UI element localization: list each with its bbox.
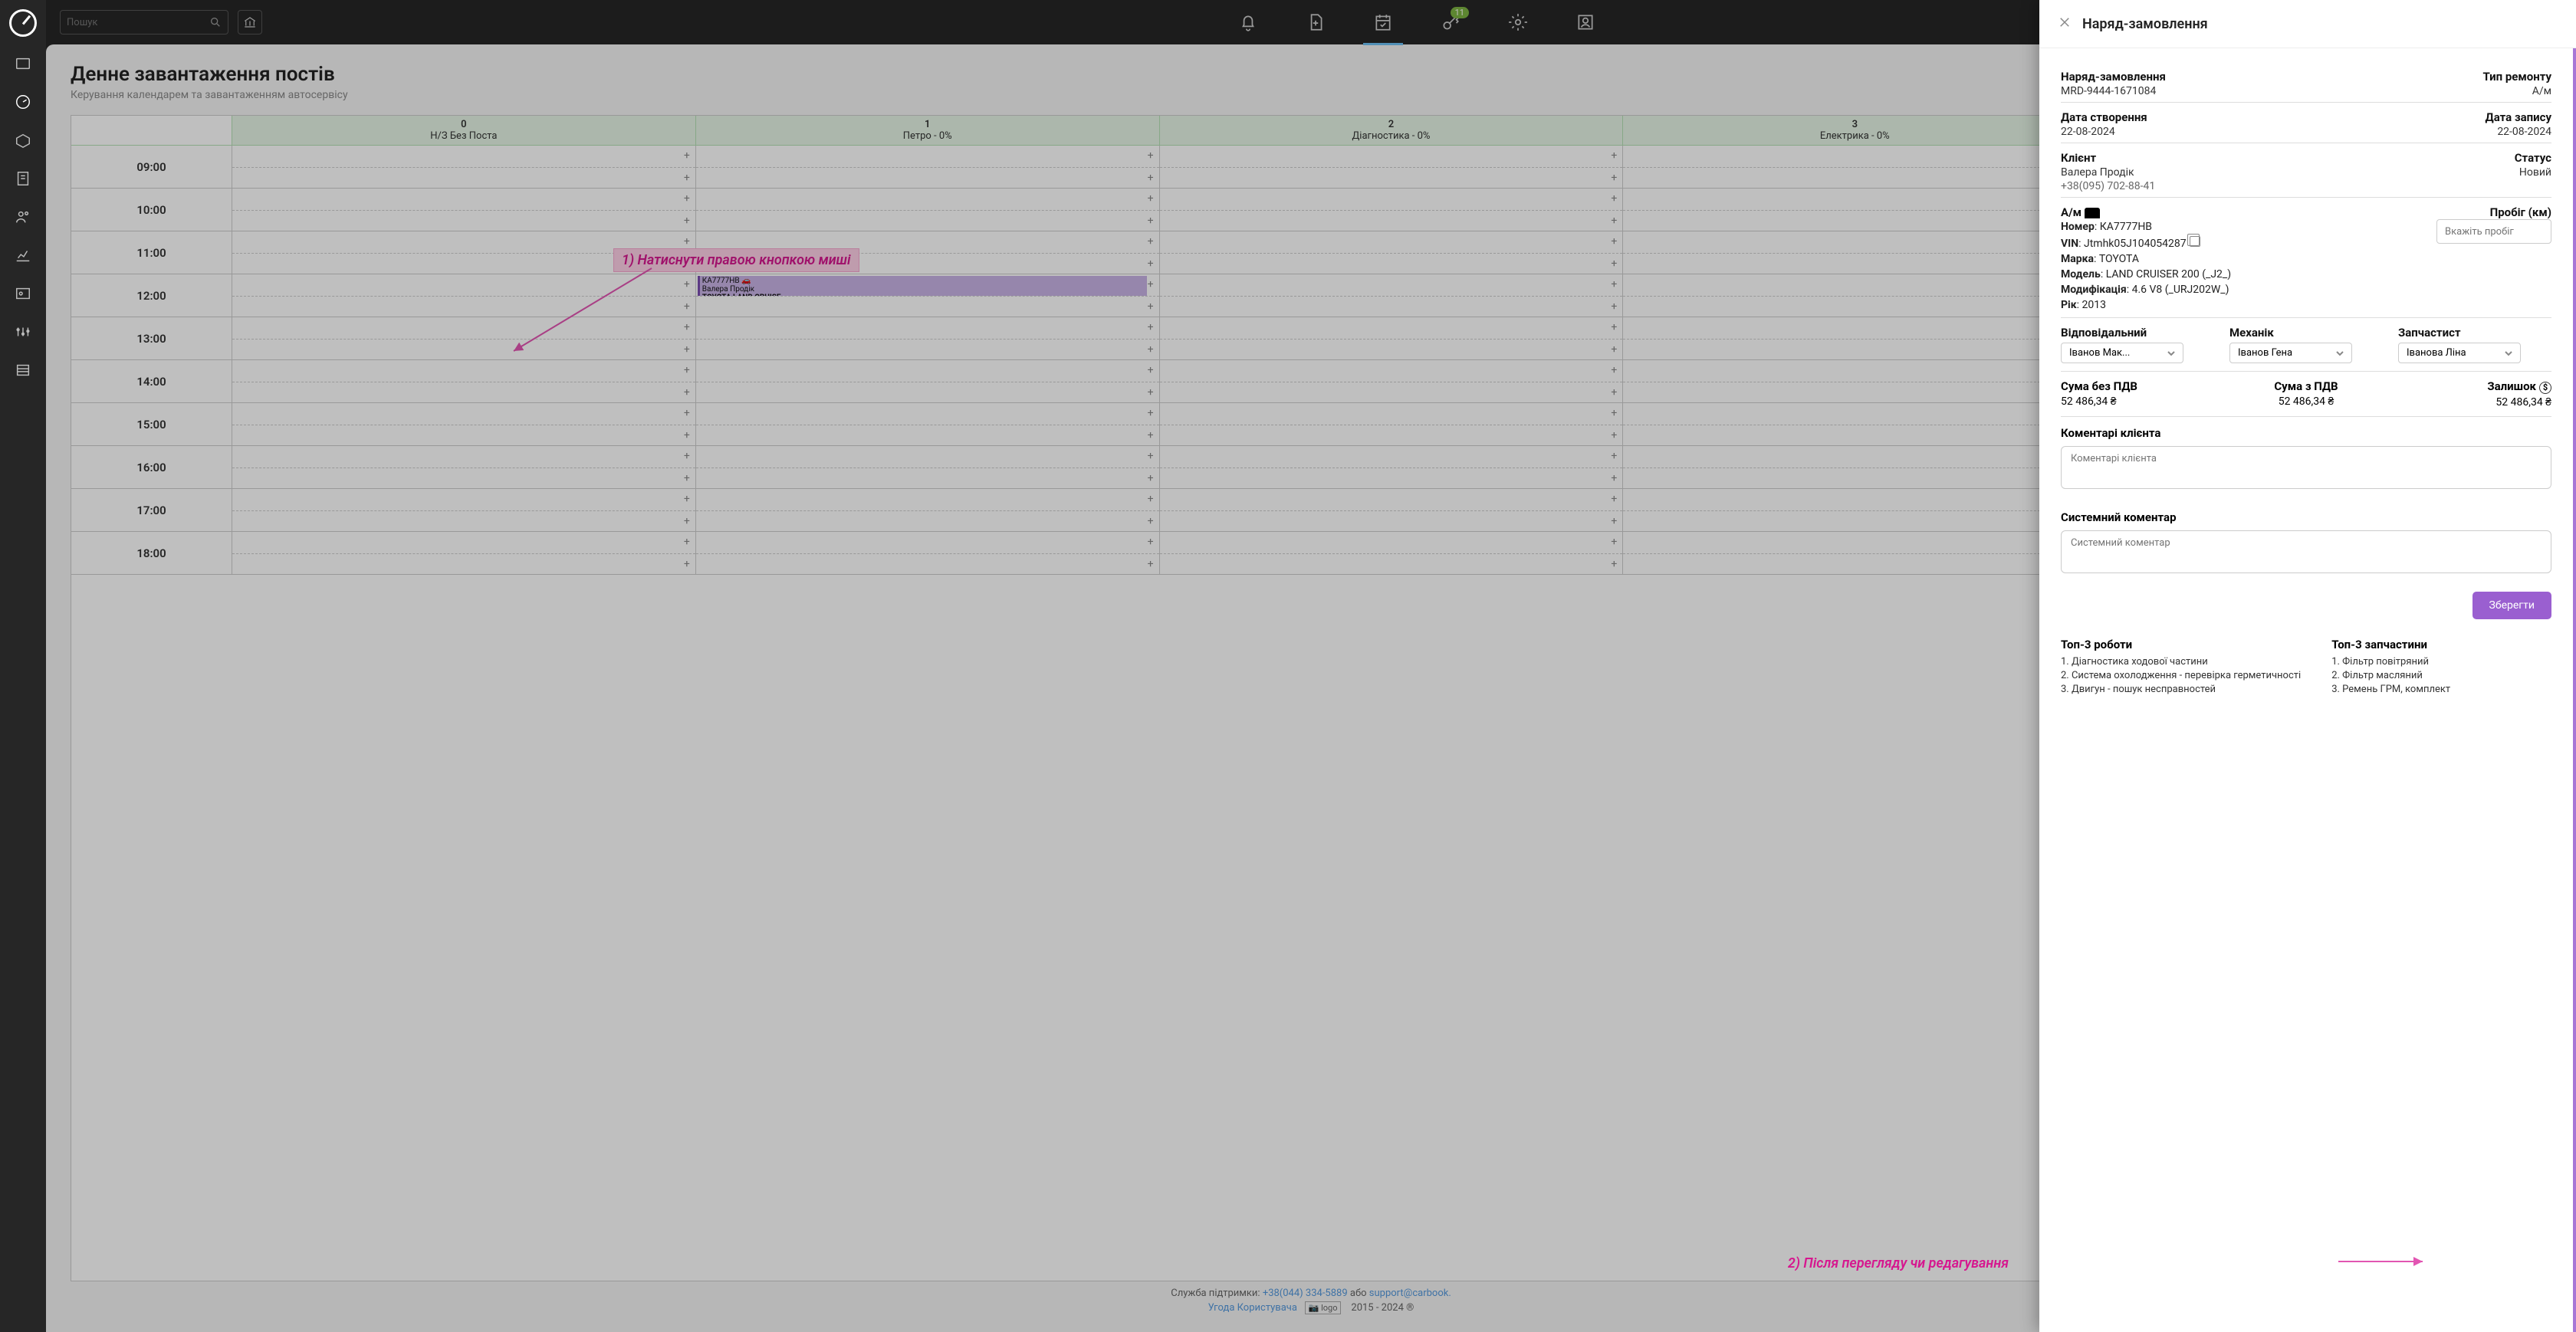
drawer-title: Наряд-замовлення: [2082, 16, 2208, 32]
novat-label: Сума без ПДВ: [2061, 379, 2224, 393]
save-button[interactable]: Зберегти: [2472, 592, 2551, 619]
record-label: Дата запису: [2486, 110, 2551, 124]
mech-select[interactable]: Іванов Гена: [2229, 343, 2352, 363]
bal-value: 52 486,34 ₴: [2388, 395, 2551, 408]
left-sidebar: [0, 0, 46, 1332]
copy-vin-icon[interactable]: [2190, 236, 2200, 247]
repair-type-label: Тип ремонту: [2483, 70, 2551, 84]
bal-label: Залишок$: [2388, 379, 2551, 394]
mech-label: Механік: [2229, 326, 2383, 340]
top-work-item: 1. Діагностика ходової частини: [2061, 656, 2301, 668]
vehicle-label: А/м: [2061, 205, 2421, 219]
car-icon: [2085, 208, 2100, 218]
nav-people[interactable]: [15, 208, 31, 228]
created-date: 22-08-2024: [2061, 126, 2147, 138]
record-date: 22-08-2024: [2497, 126, 2551, 138]
nav-sliders[interactable]: [15, 323, 31, 343]
client-phone: +38(095) 702-88-41: [2061, 180, 2155, 192]
client-label: Клієнт: [2061, 151, 2155, 165]
nav-doc[interactable]: [15, 170, 31, 190]
order-label: Наряд-замовлення: [2061, 70, 2166, 84]
vat-label: Сума з ПДВ: [2224, 379, 2387, 393]
created-label: Дата створення: [2061, 110, 2147, 124]
client-comm-input[interactable]: [2061, 446, 2551, 489]
sys-comm-label: Системний коментар: [2061, 510, 2551, 524]
repair-type: А/м: [2532, 85, 2551, 97]
order-number: MRD-9444-1671084: [2061, 85, 2166, 97]
parts-select[interactable]: Іванова Ліна: [2398, 343, 2521, 363]
nav-dashboard[interactable]: [15, 55, 31, 75]
top-parts-item: 2. Фільтр масляний: [2331, 670, 2551, 681]
client-comm-label: Коментарі клієнта: [2061, 426, 2551, 440]
top-parts-item: 1. Фільтр повітряний: [2331, 656, 2551, 668]
nav-speed[interactable]: [15, 94, 31, 113]
top-work-label: Топ-3 роботи: [2061, 638, 2301, 651]
mileage-input[interactable]: [2436, 219, 2551, 244]
info-icon[interactable]: $: [2539, 382, 2551, 394]
novat-value: 52 486,34 ₴: [2061, 395, 2224, 408]
top-parts-item: 3. Ремень ГРМ, комплект: [2331, 684, 2551, 695]
resp-label: Відповідальний: [2061, 326, 2214, 340]
top-work-item: 2. Система охолодження - перевірка герме…: [2061, 670, 2301, 681]
resp-select[interactable]: Іванов Мак...: [2061, 343, 2183, 363]
nav-chart[interactable]: [15, 247, 31, 267]
top-work-item: 3. Двигун - пошук несправностей: [2061, 684, 2301, 695]
vat-value: 52 486,34 ₴: [2224, 395, 2387, 408]
client-name: Валера Продік: [2061, 166, 2155, 179]
sys-comm-input[interactable]: [2061, 530, 2551, 573]
app-logo: [9, 9, 37, 37]
status-value: Новий: [2519, 166, 2551, 179]
nav-list[interactable]: [15, 362, 31, 382]
top-parts-label: Топ-3 запчастини: [2331, 638, 2551, 651]
order-drawer: Наряд-замовлення Наряд-замовленняMRD-944…: [2039, 0, 2576, 1332]
nav-id[interactable]: [15, 285, 31, 305]
status-label: Статус: [2515, 151, 2551, 165]
drawer-close[interactable]: [2058, 15, 2072, 32]
mileage-label: Пробіг (км): [2490, 205, 2551, 219]
nav-box[interactable]: [15, 132, 31, 152]
parts-label: Запчастист: [2398, 326, 2551, 340]
